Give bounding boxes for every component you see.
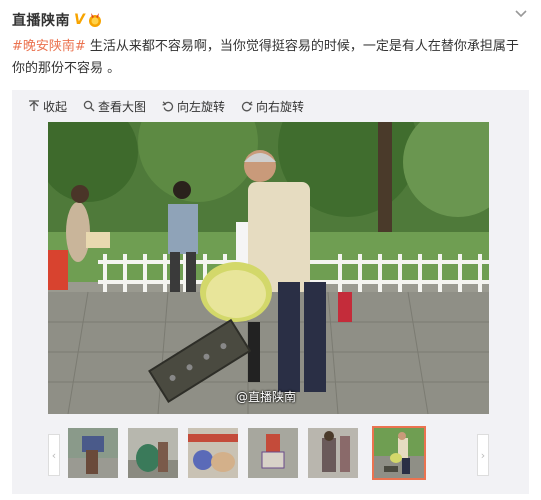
- post-body: 生活从来都不容易啊，当你觉得挺容易的时候，一定是有人在替你承担属于你的那份不容易…: [12, 39, 519, 76]
- post-header: 直播陕南 V: [12, 9, 103, 31]
- hashtag-link[interactable]: #晚安陕南#: [12, 39, 86, 54]
- thumbnail-2[interactable]: [128, 428, 178, 478]
- main-photo[interactable]: @直播陕南: [48, 122, 489, 414]
- view-large-label: 查看大图: [98, 99, 147, 114]
- thumbnail-image: [374, 428, 424, 478]
- chevron-down-icon[interactable]: [513, 8, 529, 20]
- thumbnail-image: [308, 428, 358, 478]
- rotate-left-icon: [162, 101, 174, 112]
- collapse-label: 收起: [43, 99, 68, 114]
- thumbnail-next-button[interactable]: ›: [477, 434, 489, 476]
- media-panel: 收起 查看大图 向左旋转 向右旋转 @直播陕南 ‹ ›: [12, 90, 529, 494]
- rotate-left-label: 向左旋转: [177, 99, 226, 114]
- post-text: #晚安陕南# 生活从来都不容易啊，当你觉得挺容易的时候，一定是有人在替你承担属于…: [12, 36, 527, 80]
- thumbnail-6-selected[interactable]: [372, 426, 426, 480]
- verified-v-icon[interactable]: V: [74, 12, 85, 28]
- rotate-right-label: 向右旋转: [256, 99, 305, 114]
- chevron-right-icon: ›: [480, 448, 486, 462]
- collapse-button[interactable]: 收起: [28, 98, 67, 115]
- image-toolbar: 收起 查看大图 向左旋转 向右旋转: [28, 96, 320, 116]
- rotate-right-button[interactable]: 向右旋转: [241, 98, 304, 115]
- thumbnail-strip: ‹ ›: [48, 426, 489, 482]
- search-icon: [83, 100, 95, 112]
- view-large-button[interactable]: 查看大图: [83, 98, 146, 115]
- collapse-icon: [29, 100, 39, 111]
- rotate-right-icon: [241, 101, 253, 112]
- photo-scene: [48, 122, 489, 414]
- username-link[interactable]: 直播陕南: [12, 10, 70, 30]
- thumbnail-image: [188, 428, 238, 478]
- thumbnail-prev-button[interactable]: ‹: [48, 434, 60, 476]
- thumbnail-4[interactable]: [248, 428, 298, 478]
- chevron-left-icon: ‹: [51, 448, 57, 462]
- rotate-left-button[interactable]: 向左旋转: [162, 98, 225, 115]
- thumbnail-3[interactable]: [188, 428, 238, 478]
- thumbnail-image: [248, 428, 298, 478]
- thumbnail-1[interactable]: [68, 428, 118, 478]
- thumbnail-5[interactable]: [308, 428, 358, 478]
- medal-icon[interactable]: [87, 12, 103, 28]
- thumbnail-image: [68, 428, 118, 478]
- thumbnail-image: [128, 428, 178, 478]
- photo-watermark: @直播陕南: [236, 390, 297, 404]
